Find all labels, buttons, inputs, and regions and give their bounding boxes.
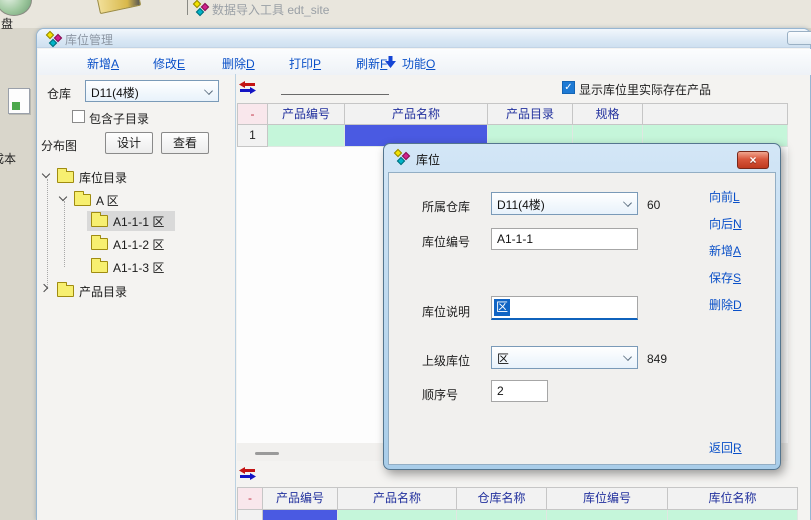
tree-connector <box>64 201 65 267</box>
top-table-header-empty[interactable] <box>643 103 788 125</box>
tree-item-zone-a[interactable]: A 区 <box>37 189 227 209</box>
bottom-table-row1-header[interactable] <box>237 510 263 520</box>
screen: 数据导入工具 edt_site 盘 成本 库位管理 新增A 修改E 删除D 打印… <box>0 0 811 520</box>
save-link[interactable]: 保存S <box>709 269 741 286</box>
view-button[interactable]: 查看 <box>161 132 209 154</box>
bottom-table-row1-cell-code-selected[interactable] <box>263 510 338 520</box>
tree-item-product-root[interactable]: 产品目录 <box>37 280 227 300</box>
top-table-header-product-name[interactable]: 产品名称 <box>345 103 488 125</box>
splitter-handle[interactable] <box>255 452 279 455</box>
dialog-body: 所属仓库 D11(4楼) 60 库位编号 A1-1-1 库位说明 区 上级库位 … <box>388 172 776 465</box>
show-products-label: 显示库位里实际存在产品 <box>579 81 711 98</box>
desktop-top-strip: 数据导入工具 edt_site <box>0 0 811 28</box>
desktop-partial-label-side: 成本 <box>0 150 16 167</box>
sequence-label: 顺序号 <box>422 386 458 403</box>
tree-item-a1-1-1-selected[interactable]: A1-1-1 区 <box>87 211 175 231</box>
bottom-table-row1-cell-loc-name[interactable] <box>668 510 798 520</box>
toolbar-edit-button[interactable]: 修改E <box>153 55 185 72</box>
column-adjust-icon[interactable] <box>239 467 256 480</box>
window-control-button[interactable] <box>787 31 811 45</box>
toolbar-print-button[interactable]: 打印P <box>289 55 321 72</box>
bottom-table-header-product-name[interactable]: 产品名称 <box>338 487 457 510</box>
bottom-table-header-product-code[interactable]: 产品编号 <box>263 487 338 510</box>
location-code-input[interactable]: A1-1-1 <box>491 228 638 250</box>
show-products-checkbox[interactable]: ✓ <box>562 81 575 94</box>
parent-location-combobox[interactable]: 区 <box>491 346 638 369</box>
tree-item-a1-1-2[interactable]: A1-1-2 区 <box>87 234 227 254</box>
close-icon: × <box>749 153 756 167</box>
sequence-input[interactable]: 2 <box>491 380 548 402</box>
dialog-close-button[interactable]: × <box>737 151 769 169</box>
warehouse-label: 仓库 <box>47 85 71 102</box>
parent-location-label: 上级库位 <box>422 352 470 369</box>
dialog-title: 库位 <box>416 151 440 168</box>
prev-link[interactable]: 向前L <box>709 188 740 205</box>
design-button[interactable]: 设计 <box>105 132 153 154</box>
window-title: 库位管理 <box>65 31 113 48</box>
panel-divider[interactable] <box>235 74 236 520</box>
top-table-corner-header[interactable]: - <box>237 103 268 125</box>
window-icon <box>46 31 64 47</box>
toolbar-add-button[interactable]: 新增A <box>87 55 119 72</box>
include-subdir-checkbox[interactable] <box>72 110 85 123</box>
function-arrow-icon <box>385 56 396 69</box>
include-subdir-label: 包含子目录 <box>89 110 149 127</box>
bottom-table-header-location-code[interactable]: 库位编号 <box>547 487 668 510</box>
top-table-header-product-code[interactable]: 产品编号 <box>268 103 345 125</box>
window-titlebar[interactable]: 库位管理 <box>37 29 810 48</box>
chevron-down-icon <box>204 86 213 95</box>
parent-count: 849 <box>647 352 667 366</box>
chevron-down-icon <box>623 352 632 361</box>
desktop-pencil-icon[interactable] <box>97 0 141 14</box>
bottom-table-header-location-name[interactable]: 库位名称 <box>668 487 798 510</box>
bottom-table-header-warehouse-name[interactable]: 仓库名称 <box>457 487 547 510</box>
column-adjust-icon[interactable] <box>239 81 256 94</box>
owner-warehouse-combobox[interactable]: D11(4楼) <box>491 192 638 215</box>
top-table-row1-cell-code[interactable] <box>268 125 345 147</box>
selected-text: 区 <box>494 299 510 316</box>
tab-divider <box>187 0 188 15</box>
location-code-label: 库位编号 <box>422 233 470 250</box>
bottom-table-row1-cell-name[interactable] <box>338 510 457 520</box>
warehouse-combobox[interactable]: D11(4楼) <box>85 80 219 102</box>
bottom-table-row1-cell-loc-code[interactable] <box>547 510 668 520</box>
delete-link[interactable]: 删除D <box>709 296 742 313</box>
import-tool-tab-icon <box>193 0 211 16</box>
tree-item-location-root[interactable]: 库位目录 <box>37 166 227 186</box>
quick-filter-input[interactable] <box>281 80 389 95</box>
desktop-globe-icon[interactable] <box>0 0 32 16</box>
background-tab-title[interactable]: 数据导入工具 edt_site <box>212 1 329 18</box>
owner-warehouse-label: 所属仓库 <box>422 198 470 215</box>
desktop-partial-label-top: 盘 <box>1 15 13 32</box>
toolbar-delete-button[interactable]: 删除D <box>222 55 255 72</box>
bottom-table-row1-cell-warehouse[interactable] <box>457 510 547 520</box>
top-table-header-spec[interactable]: 规格 <box>573 103 643 125</box>
toolbar-function-button[interactable]: 功能O <box>402 55 435 72</box>
map-label: 分布图 <box>41 137 77 154</box>
add-link[interactable]: 新增A <box>709 242 741 259</box>
warehouse-count: 60 <box>647 198 660 212</box>
top-table-row1-header[interactable]: 1 <box>237 125 268 147</box>
desktop-side-icon[interactable] <box>8 88 30 114</box>
bottom-table-corner-header[interactable]: - <box>237 487 263 510</box>
chevron-down-icon <box>623 198 632 207</box>
top-table-header-product-dir[interactable]: 产品目录 <box>488 103 573 125</box>
toolbar: 新增A 修改E 删除D 打印P 刷新F 功能O <box>38 49 811 75</box>
tree-item-a1-1-3[interactable]: A1-1-3 区 <box>87 257 227 277</box>
location-desc-input[interactable]: 区 <box>491 296 638 320</box>
location-desc-label: 库位说明 <box>422 303 470 320</box>
next-link[interactable]: 向后N <box>709 215 742 232</box>
toolbar-refresh-button[interactable]: 刷新F <box>356 55 387 72</box>
dialog-icon <box>394 149 412 165</box>
return-link[interactable]: 返回R <box>709 439 742 456</box>
location-dialog: 库位 × 所属仓库 D11(4楼) 60 库位编号 A1-1-1 库位说明 区 … <box>383 143 781 470</box>
